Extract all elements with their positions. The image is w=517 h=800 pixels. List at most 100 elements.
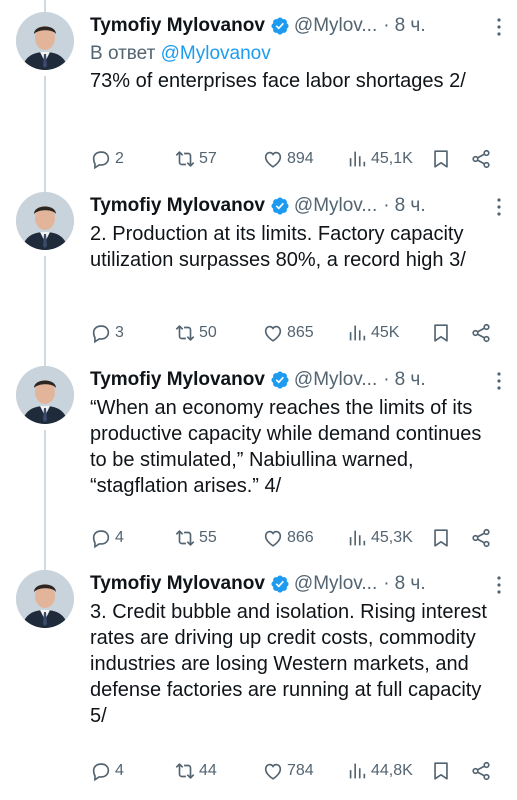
verified-badge-icon (271, 17, 289, 35)
tweet-header: Tymofiy Mylovanov @Mylov... · 8 ч. (90, 192, 503, 220)
author-name[interactable]: Tymofiy Mylovanov (90, 192, 265, 220)
share-icon (472, 323, 490, 343)
tweet[interactable]: Tymofiy Mylovanov @Mylov... · 8 ч. В отв… (0, 12, 517, 180)
more-dots-icon[interactable] (497, 18, 501, 36)
retweet-icon (175, 763, 195, 779)
share-button[interactable] (470, 527, 492, 549)
avatar[interactable] (16, 366, 74, 424)
reply-count: 4 (115, 529, 124, 546)
tweet[interactable]: Tymofiy Mylovanov @Mylov... · 8 ч. 3. Cr… (0, 570, 517, 798)
tweet[interactable]: Tymofiy Mylovanov @Mylov... · 8 ч. “When… (0, 366, 517, 576)
like-button[interactable]: 865 (262, 322, 314, 344)
reply-count: 3 (115, 324, 124, 341)
retweet-button[interactable]: 50 (174, 322, 217, 344)
tweet-actions: 3 50 865 45K (90, 321, 517, 345)
views-count: 44,8K (371, 762, 413, 779)
avatar[interactable] (16, 192, 74, 250)
tweet-text: 2. Production at its limits. Factory cap… (90, 223, 466, 271)
thread-line (44, 0, 46, 12)
reply-bubble-icon (92, 325, 110, 344)
separator-dot: · (383, 195, 390, 216)
timestamp[interactable]: 8 ч. (395, 12, 426, 40)
bookmark-icon (434, 529, 448, 547)
like-button[interactable]: 866 (262, 527, 314, 549)
views-chart-icon (349, 151, 366, 167)
tweet-actions: 2 57 894 45,1K (90, 147, 517, 171)
bookmark-icon (434, 762, 448, 780)
views-count: 45,3K (371, 529, 413, 546)
like-count: 866 (287, 529, 314, 546)
reply-bubble-icon (92, 151, 110, 170)
retweet-icon (175, 325, 195, 341)
avatar[interactable] (16, 570, 74, 628)
reply-count: 4 (115, 762, 124, 779)
like-count: 894 (287, 150, 314, 167)
share-icon (472, 528, 490, 548)
tweet-text: 3. Credit bubble and isolation. Rising i… (90, 601, 487, 727)
share-button[interactable] (470, 760, 492, 782)
heart-icon (264, 325, 282, 342)
views-chart-icon (349, 763, 366, 779)
views-button[interactable]: 45,1K (346, 148, 413, 170)
author-handle[interactable]: @Mylov... (294, 366, 377, 394)
like-count: 865 (287, 324, 314, 341)
reply-button[interactable]: 3 (90, 322, 124, 344)
tweet-text: “When an economy reaches the limits of i… (90, 397, 482, 497)
heart-icon (264, 530, 282, 547)
share-icon (472, 761, 490, 781)
avatar[interactable] (16, 12, 74, 70)
author-name[interactable]: Tymofiy Mylovanov (90, 570, 265, 598)
author-handle[interactable]: @Mylov... (294, 192, 377, 220)
retweet-count: 55 (199, 529, 217, 546)
reply-context: В ответ @Mylovanov (90, 41, 503, 67)
more-dots-icon[interactable] (497, 198, 501, 216)
views-button[interactable]: 45,3K (346, 527, 413, 549)
like-button[interactable]: 784 (262, 760, 314, 782)
share-button[interactable] (470, 322, 492, 344)
author-name[interactable]: Tymofiy Mylovanov (90, 366, 265, 394)
reply-button[interactable]: 4 (90, 760, 124, 782)
retweet-count: 50 (199, 324, 217, 341)
views-button[interactable]: 44,8K (346, 760, 413, 782)
like-button[interactable]: 894 (262, 148, 314, 170)
reply-prefix: В ответ (90, 43, 156, 64)
heart-icon (264, 151, 282, 168)
views-count: 45,1K (371, 150, 413, 167)
more-dots-icon[interactable] (497, 372, 501, 390)
timestamp[interactable]: 8 ч. (395, 192, 426, 220)
bookmark-button[interactable] (430, 760, 452, 782)
views-chart-icon (349, 530, 366, 546)
views-button[interactable]: 45K (346, 322, 399, 344)
reply-button[interactable]: 2 (90, 148, 124, 170)
like-count: 784 (287, 762, 314, 779)
views-chart-icon (349, 325, 366, 341)
bookmark-button[interactable] (430, 322, 452, 344)
retweet-count: 44 (199, 762, 217, 779)
separator-dot: · (383, 369, 390, 390)
tweet-text: 73% of enterprises face labor shortages … (90, 70, 466, 92)
reply-count: 2 (115, 150, 124, 167)
bookmark-button[interactable] (430, 527, 452, 549)
reply-mention-link[interactable]: @Mylovanov (161, 43, 271, 64)
timestamp[interactable]: 8 ч. (395, 570, 426, 598)
timestamp[interactable]: 8 ч. (395, 366, 426, 394)
author-handle[interactable]: @Mylov... (294, 12, 377, 40)
retweet-count: 57 (199, 150, 217, 167)
verified-badge-icon (271, 197, 289, 215)
separator-dot: · (383, 573, 390, 594)
tweet[interactable]: Tymofiy Mylovanov @Mylov... · 8 ч. 2. Pr… (0, 192, 517, 368)
author-name[interactable]: Tymofiy Mylovanov (90, 12, 265, 40)
retweet-icon (175, 151, 195, 167)
bookmark-icon (434, 324, 448, 342)
reply-button[interactable]: 4 (90, 527, 124, 549)
author-handle[interactable]: @Mylov... (294, 570, 377, 598)
tweet-header: Tymofiy Mylovanov @Mylov... · 8 ч. (90, 570, 503, 598)
bookmark-button[interactable] (430, 148, 452, 170)
retweet-button[interactable]: 57 (174, 148, 217, 170)
bookmark-icon (434, 150, 448, 168)
verified-badge-icon (271, 575, 289, 593)
more-dots-icon[interactable] (497, 576, 501, 594)
retweet-button[interactable]: 55 (174, 527, 217, 549)
share-button[interactable] (470, 148, 492, 170)
retweet-button[interactable]: 44 (174, 760, 217, 782)
